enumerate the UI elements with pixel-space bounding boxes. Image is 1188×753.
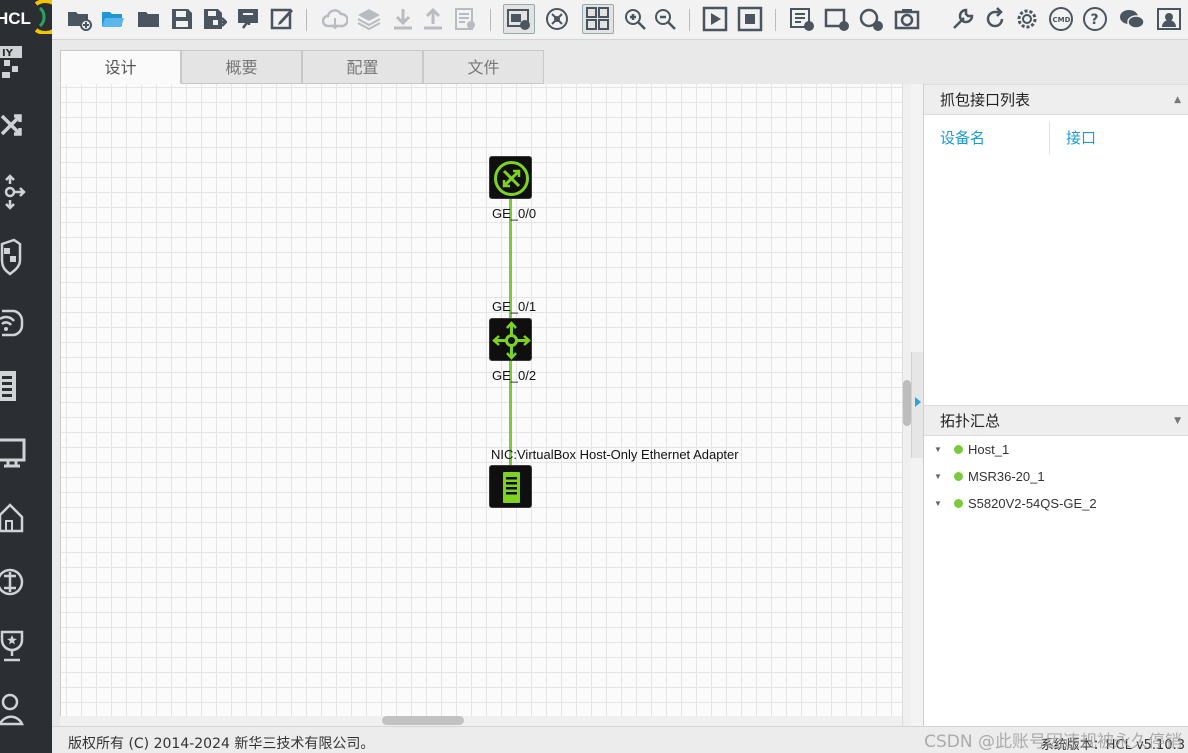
save-icon[interactable]: [169, 6, 195, 32]
router-icon: [494, 161, 529, 196]
tool-icon[interactable]: [950, 6, 976, 32]
tab-design[interactable]: 设计: [60, 50, 181, 84]
add-ellipse-icon[interactable]: [858, 6, 884, 32]
home-category-icon[interactable]: [0, 497, 30, 537]
app-logo: HCL: [0, 0, 64, 35]
edit-icon[interactable]: [269, 6, 295, 32]
status-dot-icon: [954, 445, 963, 454]
collapse-up-icon[interactable]: ▲: [1174, 85, 1181, 115]
port-label-ge-0-0: GE_0/0: [492, 206, 537, 221]
collapse-panel-button[interactable]: [911, 352, 923, 458]
upload-icon[interactable]: [420, 6, 446, 32]
tree-item-host-1[interactable]: ▼ Host_1: [924, 436, 1188, 463]
main-toolbar: CMD ?: [52, 0, 1188, 40]
summary-panel-title: 拓扑汇总: [940, 412, 1001, 430]
horizontal-scroll-thumb[interactable]: [382, 716, 464, 725]
stop-icon[interactable]: [737, 6, 763, 32]
save-as-icon[interactable]: [201, 6, 228, 32]
help-icon[interactable]: ?: [1082, 6, 1108, 32]
play-icon[interactable]: [702, 6, 728, 32]
watermark-text: CSDN @此账号因违规被永久停销: [924, 732, 1182, 752]
user-icon[interactable]: [1156, 6, 1182, 32]
summary-panel-header[interactable]: 拓扑汇总 ▼: [924, 405, 1188, 436]
zoom-out-icon[interactable]: [652, 6, 678, 32]
svg-text:?: ?: [1091, 12, 1099, 28]
copyright-text: 版权所有 (C) 2014-2024 新华三技术有限公司。: [68, 736, 375, 752]
device-category-sidebar: HCL IY: [0, 0, 64, 753]
cloud-icon[interactable]: [321, 6, 349, 32]
zoom-in-icon[interactable]: [622, 6, 648, 32]
refresh-icon[interactable]: [982, 6, 1008, 32]
switch-category-icon[interactable]: [0, 172, 30, 212]
right-side-panel: 抓包接口列表 ▲ 设备名 接口 拓扑汇总 ▼ ▼ Host_1 ▼ MSR36-…: [923, 84, 1188, 726]
svg-text:CMD: CMD: [1053, 16, 1071, 24]
capture-table-header: 设备名 接口: [924, 116, 1188, 160]
terminal-category-icon[interactable]: [0, 432, 30, 472]
capture-panel-header[interactable]: 抓包接口列表 ▲: [924, 84, 1188, 115]
grid-icon[interactable]: [582, 4, 614, 34]
tab-files[interactable]: 文件: [423, 50, 544, 84]
add-text-icon[interactable]: [789, 6, 815, 32]
switch-icon: [492, 321, 531, 360]
port-label-ge-0-1: GE_0/1: [492, 299, 537, 314]
status-bar: 版权所有 (C) 2014-2024 新华三技术有限公司。 系统版本：HCL v…: [52, 726, 1188, 753]
router-category-icon[interactable]: [0, 106, 30, 146]
cmd-icon[interactable]: CMD: [1048, 6, 1074, 32]
firewall-category-icon[interactable]: [0, 238, 30, 278]
gear-icon[interactable]: [1014, 6, 1040, 32]
user-category-icon[interactable]: [0, 690, 30, 730]
layers-icon[interactable]: [356, 6, 382, 32]
screenshot-icon[interactable]: [503, 4, 535, 34]
router-device-msr36-20-1[interactable]: [489, 156, 532, 199]
trophy-category-icon[interactable]: [0, 626, 30, 666]
column-device-name[interactable]: 设备名: [924, 116, 985, 160]
svg-text:IY: IY: [2, 48, 14, 59]
svg-text:HCL: HCL: [0, 9, 31, 28]
server-category-icon[interactable]: [0, 367, 30, 407]
capture-panel-title: 抓包接口列表: [940, 91, 1031, 109]
download-icon[interactable]: [390, 6, 416, 32]
vertical-scrollbar[interactable]: [902, 84, 911, 726]
import-icon[interactable]: [235, 6, 261, 32]
tab-overview[interactable]: 概要: [181, 50, 302, 84]
expand-arrow-icon[interactable]: ▼: [934, 490, 942, 517]
security-category-icon[interactable]: [0, 562, 30, 602]
collapse-down-icon[interactable]: ▼: [1174, 406, 1181, 436]
port-label-ge-0-2: GE_0/2: [492, 368, 537, 383]
log-icon[interactable]: [452, 6, 478, 32]
wechat-icon[interactable]: [1119, 6, 1145, 32]
topology-canvas[interactable]: [60, 84, 902, 716]
add-rect-icon[interactable]: [824, 6, 850, 32]
panel-splitter[interactable]: [911, 84, 923, 726]
open-recent-icon[interactable]: [136, 6, 162, 32]
host-icon: [503, 472, 520, 503]
tree-item-s5820v2-2[interactable]: ▼ S5820V2-54QS-GE_2: [924, 490, 1188, 517]
host-device-host-1[interactable]: [489, 465, 532, 508]
column-interface[interactable]: 接口: [1050, 116, 1096, 160]
expand-arrow-icon[interactable]: ▼: [934, 436, 942, 463]
wireless-category-icon[interactable]: [0, 303, 30, 343]
horizontal-scrollbar[interactable]: [60, 716, 902, 726]
open-folder-icon[interactable]: [100, 6, 126, 32]
expand-arrow-icon[interactable]: ▼: [934, 463, 942, 490]
tab-config[interactable]: 配置: [302, 50, 423, 84]
new-project-icon[interactable]: [66, 6, 92, 32]
diy-category-icon[interactable]: IY: [0, 44, 30, 84]
port-label-host-nic: NIC:VirtualBox Host-Only Ethernet Adapte…: [491, 447, 739, 462]
camera-icon[interactable]: [894, 6, 920, 32]
tree-item-msr36-20-1[interactable]: ▼ MSR36-20_1: [924, 463, 1188, 490]
status-dot-icon: [954, 499, 963, 508]
topology-icon[interactable]: [544, 6, 570, 32]
status-dot-icon: [954, 472, 963, 481]
switch-device-s5820v2-2[interactable]: [489, 318, 532, 361]
link-router-switch[interactable]: [509, 180, 512, 340]
collapse-arrow-icon: [915, 397, 921, 407]
vertical-scroll-thumb[interactable]: [903, 380, 911, 426]
